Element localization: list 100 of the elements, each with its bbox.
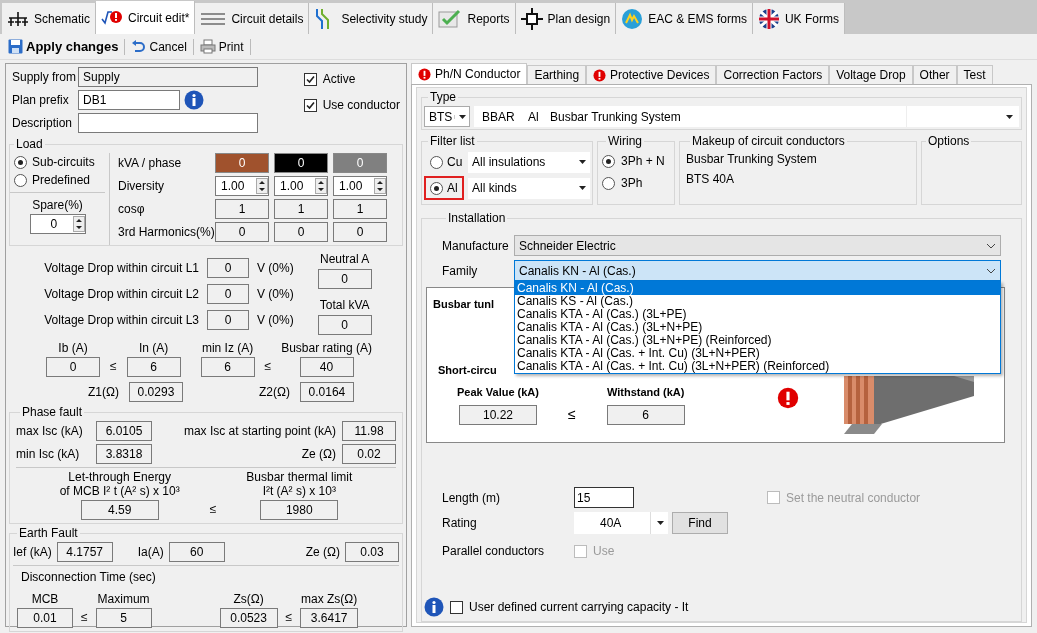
tab[interactable]: Earthing <box>527 65 587 84</box>
filter-dropdown[interactable]: All kinds <box>468 177 590 199</box>
dropdown-option[interactable]: Canalis KTA - Al (Cas. + Int. Cu) (3L+N+PER) (Reinforced) <box>515 360 1000 373</box>
toolbar-button[interactable]: Print <box>197 35 246 58</box>
dropdown-option[interactable]: Canalis KS - Al (Cas.) <box>515 295 1000 308</box>
label: Voltage Drop within circuit L1 <box>43 260 199 277</box>
plan-prefix-field[interactable]: DB1 <box>78 90 180 110</box>
family-dropdown[interactable]: Canalis KN - Al (Cas.) <box>514 260 1001 281</box>
phase-load-field: 0 <box>215 153 269 173</box>
value-field: 0 <box>207 258 249 278</box>
value-field: 0.03 <box>345 542 399 562</box>
label: Al <box>447 180 458 197</box>
less-or-equal-sign: ≤ <box>568 405 576 424</box>
tab[interactable]: Correction Factors <box>716 65 830 84</box>
spin-arrows-icon[interactable] <box>315 178 327 194</box>
caret-icon <box>459 114 466 119</box>
group-title: Filter list <box>429 133 476 150</box>
value-field: 60 <box>168 542 225 562</box>
toolbar-button[interactable]: Cancel <box>129 35 189 58</box>
label: Z1(Ω) <box>88 384 119 401</box>
round-badge-icon <box>621 7 644 30</box>
tab[interactable]: Other <box>912 65 957 84</box>
rating-dropdown[interactable]: 40A <box>574 512 668 534</box>
spin-arrows-icon[interactable] <box>256 178 268 194</box>
radio-button[interactable] <box>430 155 443 169</box>
radio-button[interactable] <box>430 181 443 195</box>
value-field: 0 <box>207 284 249 304</box>
filter-dropdown[interactable]: All insulations <box>468 151 590 173</box>
value-field: 6.0105 <box>96 421 152 441</box>
dropdown-option[interactable]: Canalis KN - Al (Cas.) <box>515 282 1000 295</box>
radio-button[interactable] <box>14 155 27 169</box>
value-field: 6 <box>200 357 255 377</box>
type-code-dropdown[interactable]: BTS <box>424 106 470 127</box>
group-title: Installation <box>447 210 507 227</box>
label: Manufacture <box>442 237 510 255</box>
app-tab[interactable]: Circuit edit* <box>96 1 196 34</box>
label: Family <box>442 262 479 280</box>
checkbox[interactable] <box>450 600 463 614</box>
label: Voltage Drop within circuit L3 <box>43 312 199 329</box>
phase-load-field: 0 <box>333 153 387 173</box>
find-button[interactable]: Find <box>672 512 728 534</box>
tab[interactable]: Voltage Drop <box>829 65 913 84</box>
radio-button[interactable] <box>602 176 615 190</box>
checkbox[interactable] <box>303 72 317 86</box>
tab[interactable]: Test <box>956 65 993 84</box>
value-field: 0.0293 <box>128 382 183 402</box>
printer-icon <box>199 39 216 54</box>
label: Busbar Trunking System <box>686 152 817 166</box>
label: max Zs(Ω) <box>301 591 358 608</box>
toolbar-button[interactable]: Apply changes <box>6 35 121 58</box>
length-field[interactable]: 15 <box>574 487 634 508</box>
app-tab[interactable]: Circuit details <box>195 3 310 34</box>
schematic-icon <box>7 9 29 28</box>
dropdown-option[interactable]: Canalis KTA - Al (Cas. + Int. Cu) (3L+N+PER) <box>515 347 1000 360</box>
label: Description <box>12 115 74 132</box>
less-or-equal-sign: ≤ <box>285 609 293 626</box>
type-dropdown[interactable]: BBAR Al Busbar Trunking System <box>474 106 1019 127</box>
label: Rating <box>442 515 478 532</box>
app-tab[interactable]: Reports <box>433 3 516 34</box>
description-field[interactable] <box>78 113 258 133</box>
spare-field[interactable]: 0 <box>29 214 86 234</box>
value-field: 6 <box>126 357 181 377</box>
label: 3Ph + N <box>621 153 665 170</box>
app-tab[interactable]: Selectivity study <box>309 3 434 34</box>
spin-arrows-icon[interactable] <box>374 178 386 194</box>
dropdown-option[interactable]: Canalis KTA - Al (Cas.) (3L+PE) <box>515 308 1000 321</box>
label: Maximum <box>97 591 150 608</box>
diversity-field[interactable]: 1.00 <box>274 176 328 196</box>
chevron-icon <box>986 242 996 249</box>
diversity-field[interactable]: 1.00 <box>215 176 269 196</box>
label: Plan prefix <box>12 92 70 109</box>
label: Short-circu <box>438 362 497 378</box>
label: 3Ph <box>621 175 643 192</box>
label: max Isc (kA) <box>16 423 84 440</box>
group-title: Options <box>927 133 971 150</box>
group-title: Type <box>429 89 457 106</box>
app-tab[interactable]: EAC & EMS forms <box>616 3 753 34</box>
tab[interactable]: Ph/N Conductor <box>411 63 528 84</box>
radio-button[interactable] <box>602 154 615 168</box>
report-check-icon <box>438 8 463 29</box>
app-tab[interactable]: Plan design <box>515 3 617 34</box>
checkbox[interactable] <box>303 98 317 112</box>
value-field: 0.0164 <box>299 382 354 402</box>
label: Length (m) <box>442 489 502 507</box>
manufacture-dropdown[interactable]: Schneider Electric <box>514 235 1001 256</box>
diversity-field[interactable]: 1.00 <box>333 176 387 196</box>
app-tab[interactable]: UK Forms <box>752 3 845 34</box>
app-tab[interactable]: Schematic <box>2 3 97 34</box>
label: Parallel conductors <box>442 543 546 560</box>
spin-arrows-icon[interactable] <box>72 216 85 232</box>
tab[interactable]: Protective Devices <box>586 65 717 84</box>
group-title: Wiring <box>607 133 643 150</box>
radio-button[interactable] <box>14 173 27 187</box>
label: Withstand (kA) <box>606 385 685 400</box>
value-field: 0.02 <box>342 444 396 464</box>
dropdown-option[interactable]: Canalis KTA - Al (Cas.) (3L+N+PE) (Reinforced) <box>515 334 1000 347</box>
dropdown-option[interactable]: Canalis KTA - Al (Cas.) (3L+N+PE) <box>515 321 1000 334</box>
value-field: 0 <box>333 222 387 242</box>
caret-icon <box>579 160 586 164</box>
label: Set the neutral conductor <box>786 489 921 507</box>
